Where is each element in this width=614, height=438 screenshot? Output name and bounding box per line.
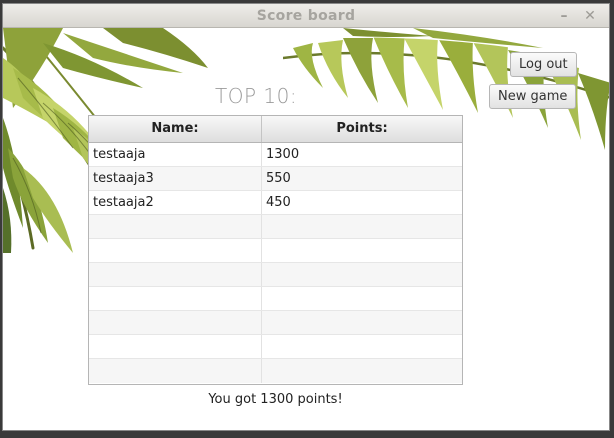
table-row[interactable] (89, 239, 462, 263)
result-message: You got 1300 points! (208, 392, 343, 407)
table-row[interactable]: testaaja3 550 (89, 167, 462, 191)
points-cell (262, 263, 462, 286)
column-header-points[interactable]: Points: (262, 116, 462, 142)
player-name-cell (89, 263, 262, 286)
title-bar[interactable]: Score board – ✕ (3, 4, 609, 28)
column-header-name[interactable]: Name: (89, 116, 262, 142)
table-row[interactable] (89, 263, 462, 287)
player-name-cell (89, 335, 262, 358)
new-game-button[interactable]: New game (489, 84, 577, 109)
table-row[interactable]: testaaja 1300 (89, 143, 462, 167)
window-title: Score board (256, 8, 356, 24)
points-cell (262, 239, 462, 262)
table-row[interactable] (89, 335, 462, 359)
points-cell (262, 359, 462, 383)
points-cell (262, 287, 462, 310)
points-cell: 550 (266, 171, 291, 186)
points-cell (262, 311, 462, 334)
player-name-cell (89, 287, 262, 310)
table-header: Name: Points: (89, 116, 462, 143)
points-cell: 450 (266, 195, 291, 210)
top-10-heading: TOP 10: (215, 84, 298, 108)
table-row[interactable] (89, 215, 462, 239)
table-row[interactable]: testaaja2 450 (89, 191, 462, 215)
table-row[interactable] (89, 311, 462, 335)
player-name-cell (89, 215, 262, 238)
score-board-window: Score board – ✕ TOP 10: Log out New game… (2, 3, 610, 431)
content-area: TOP 10: Log out New game Name: Points: t… (3, 28, 609, 430)
player-name-cell: testaaja (89, 143, 262, 166)
points-cell: 1300 (266, 147, 300, 162)
points-cell (262, 335, 462, 358)
close-icon[interactable]: ✕ (581, 7, 599, 25)
player-name-cell (89, 359, 262, 383)
points-cell (262, 215, 462, 238)
player-name-cell: testaaja3 (89, 167, 262, 190)
table-row[interactable] (89, 287, 462, 311)
minimize-icon[interactable]: – (555, 7, 573, 25)
table-row[interactable] (89, 359, 462, 383)
log-out-button[interactable]: Log out (510, 52, 577, 77)
player-name-cell: testaaja2 (89, 191, 262, 214)
player-name-cell (89, 311, 262, 334)
player-name-cell (89, 239, 262, 262)
score-table: Name: Points: testaaja 1300 testaaja3 55… (88, 115, 463, 385)
